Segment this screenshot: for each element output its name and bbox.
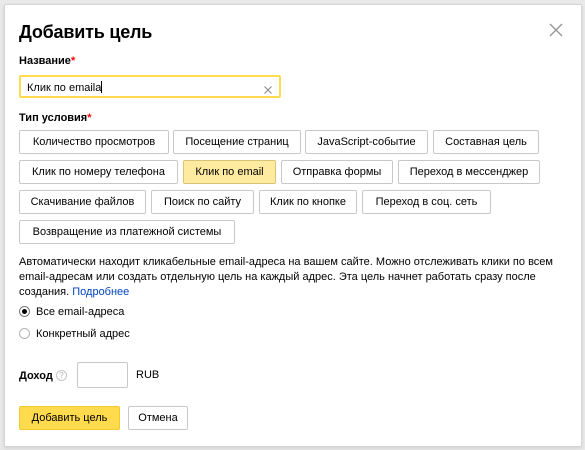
condition-option-messenger[interactable]: Переход в мессенджер <box>398 160 540 184</box>
add-goal-dialog: Добавить цель Название* Клик по emaila Т… <box>4 4 582 447</box>
condition-label-text: Тип условия <box>19 112 88 124</box>
dialog-title: Добавить цель <box>19 22 153 42</box>
condition-option-site-search[interactable]: Поиск по сайту <box>151 190 254 214</box>
condition-option-email-click[interactable]: Клик по email <box>183 160 276 184</box>
question-icon[interactable]: ? <box>56 370 67 381</box>
radio-specific-address-label: Конкретный адрес <box>36 328 130 340</box>
radio-checked-icon[interactable] <box>19 306 30 317</box>
condition-option-social[interactable]: Переход в соц. сеть <box>362 190 491 214</box>
currency-label: RUB <box>136 369 160 381</box>
condition-option-page-visit[interactable]: Посещение страниц <box>173 130 301 154</box>
learn-more-link[interactable]: Подробнее <box>72 286 129 298</box>
condition-option-js-event[interactable]: JavaScript-событие <box>305 130 428 154</box>
income-label: Доход <box>19 370 53 382</box>
goal-name-value[interactable]: Клик по emaila <box>27 81 103 95</box>
condition-option-file-download[interactable]: Скачивание файлов <box>19 190 146 214</box>
condition-description: Автоматически находит кликабельные email… <box>19 255 559 300</box>
clear-icon[interactable] <box>263 82 273 94</box>
radio-unchecked-icon[interactable] <box>19 328 30 339</box>
condition-option-button-click[interactable]: Клик по кнопке <box>259 190 357 214</box>
condition-option-payment-return[interactable]: Возвращение из платежной системы <box>19 220 235 244</box>
income-input[interactable] <box>77 362 128 388</box>
condition-option-form-submit[interactable]: Отправка формы <box>281 160 393 184</box>
radio-all-emails-label: Все email-адреса <box>36 306 125 318</box>
name-label-text: Название <box>19 55 71 67</box>
condition-option-phone-click[interactable]: Клик по номеру телефона <box>19 160 178 184</box>
required-mark: * <box>70 55 76 67</box>
text-caret <box>101 81 103 93</box>
goal-name-text[interactable]: Клик по emaila <box>27 82 101 94</box>
condition-option-page-views[interactable]: Количество просмотров <box>19 130 169 154</box>
condition-option-composite[interactable]: Составная цель <box>433 130 539 154</box>
required-mark: * <box>87 112 92 124</box>
name-label: Название* <box>19 55 75 68</box>
cancel-button[interactable]: Отмена <box>128 406 188 430</box>
condition-label: Тип условия* <box>19 112 92 125</box>
goal-name-input[interactable]: Клик по emaila <box>19 75 281 98</box>
close-icon[interactable] <box>548 22 564 38</box>
add-goal-button[interactable]: Добавить цель <box>19 406 120 430</box>
